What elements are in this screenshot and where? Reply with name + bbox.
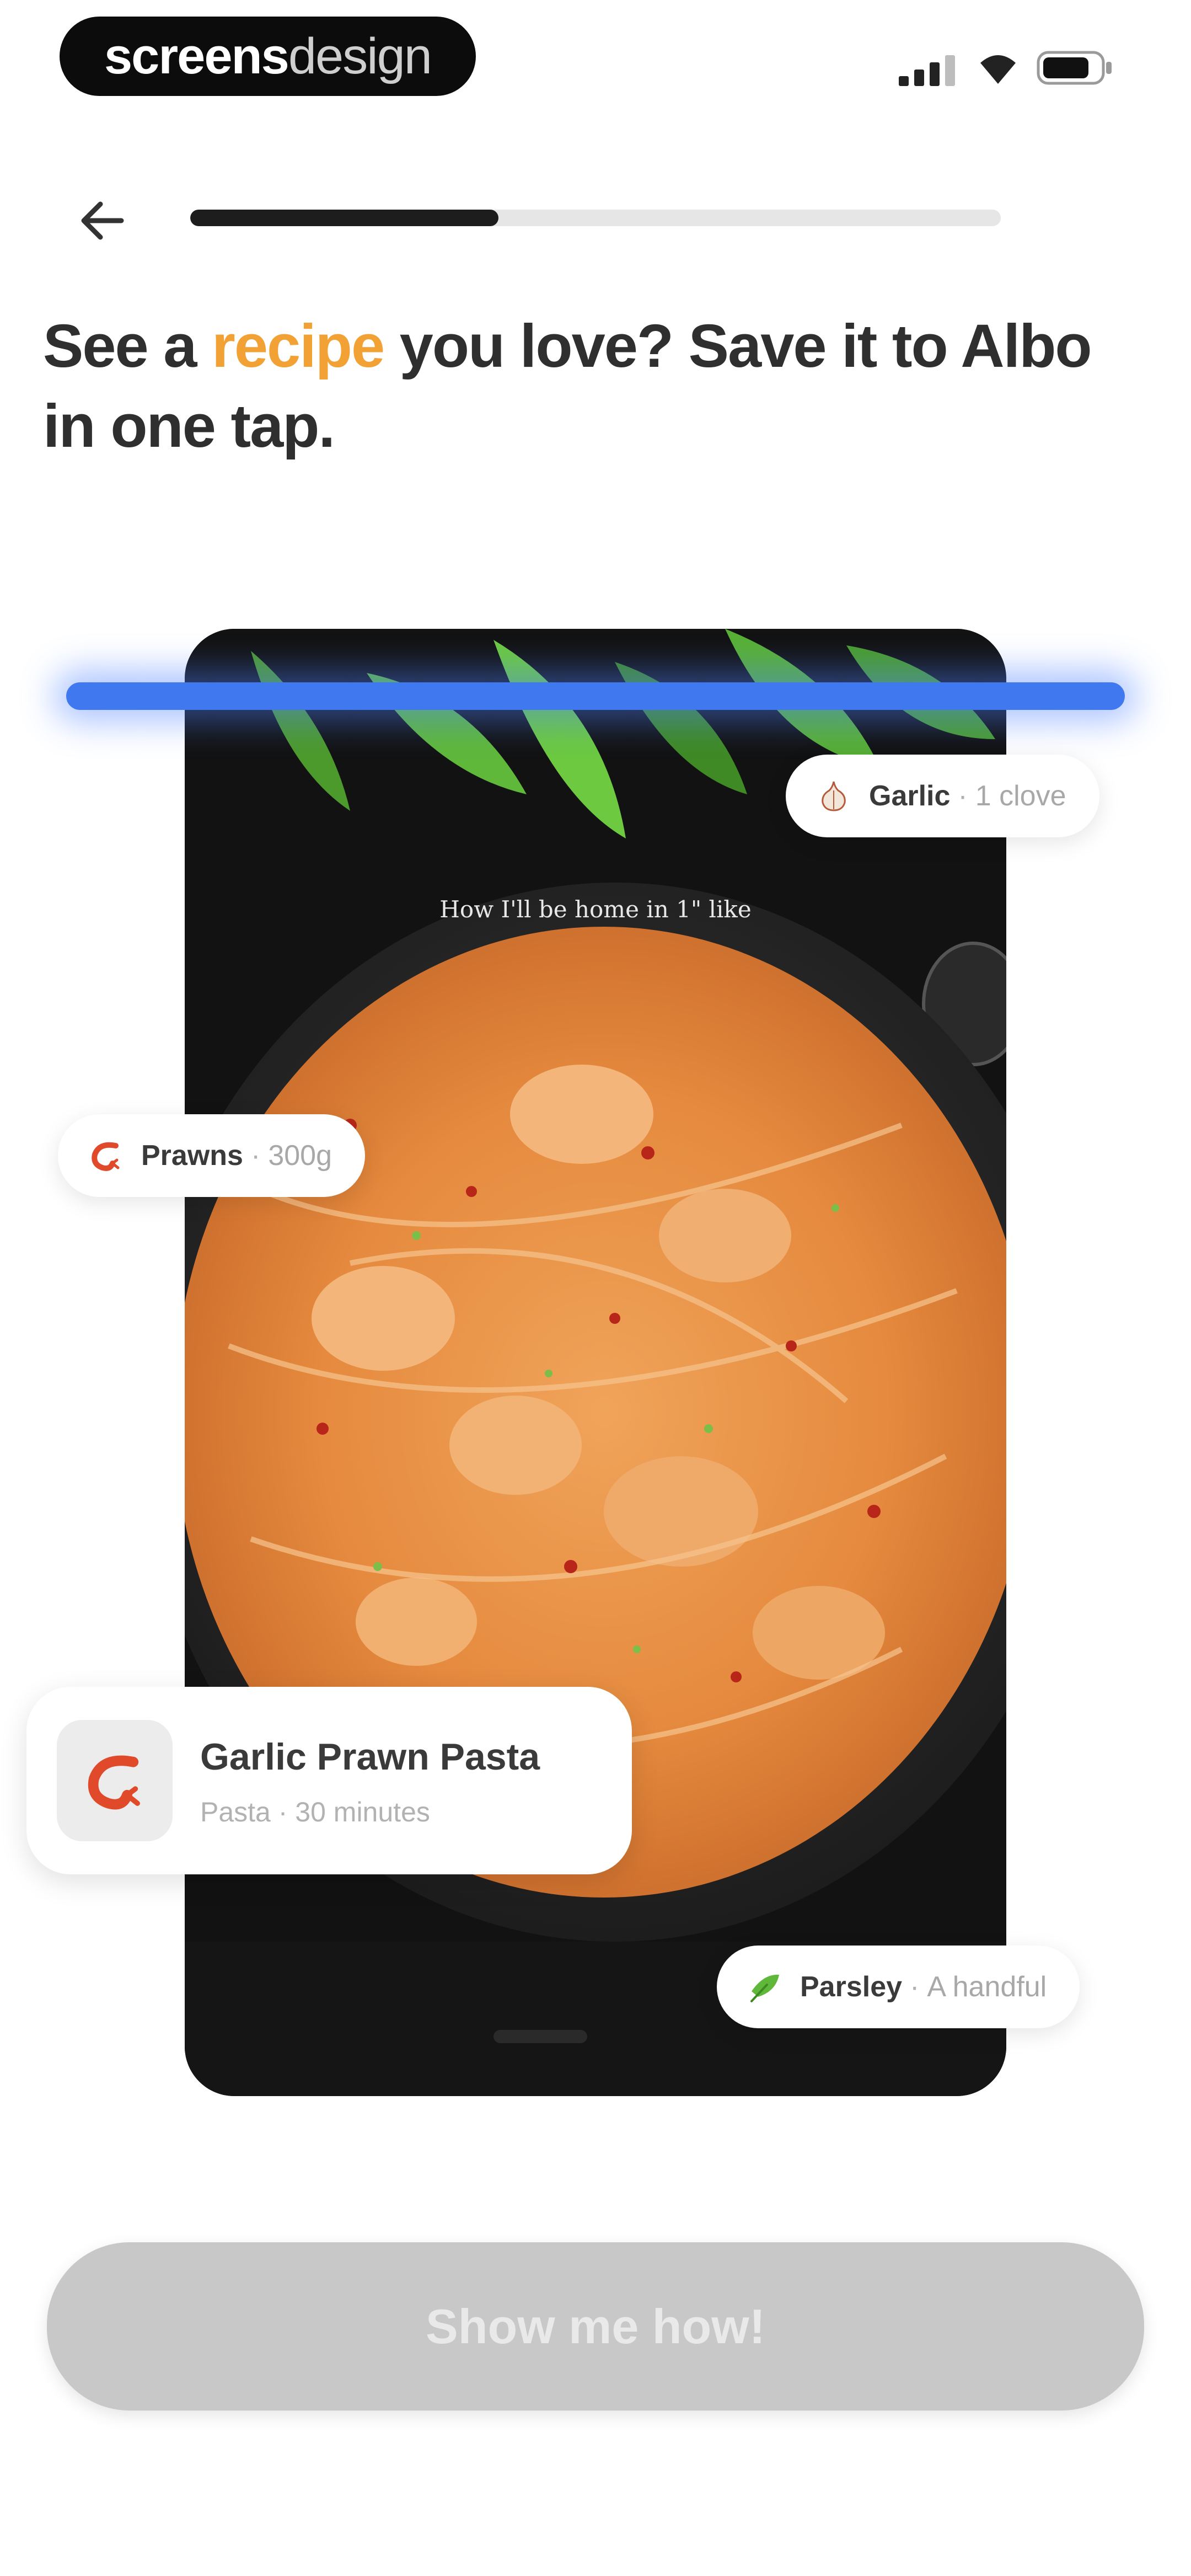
ingredient-chip-prawns: Prawns · 300g [58, 1114, 365, 1197]
ingredient-separator: · [910, 1971, 920, 2003]
ingredient-chip-garlic: Garlic · 1 clove [786, 755, 1099, 837]
brand-logo: screens design [60, 17, 476, 96]
brand-logo-bold: screens [104, 28, 289, 84]
wifi-icon [980, 55, 1016, 84]
recipe-thumbnail [57, 1720, 173, 1841]
headline-accent: recipe [212, 312, 385, 380]
battery-icon [1037, 51, 1112, 85]
ingredient-name: Parsley [800, 1971, 903, 2003]
prawn-icon [92, 1142, 120, 1171]
garlic-icon [822, 781, 846, 811]
show-me-how-button[interactable]: Show me how! [47, 2242, 1144, 2411]
ingredient-quantity: A handful [927, 1971, 1047, 2003]
ingredient-quantity: 300g [268, 1140, 332, 1172]
brand-logo-light: design [288, 28, 432, 84]
recipe-subtitle: Pasta · 30 minutes [200, 1797, 430, 1827]
ingredient-chip-parsley: Parsley · A handful [717, 1946, 1080, 2028]
arrow-left-icon [81, 201, 124, 240]
back-button[interactable] [66, 190, 138, 251]
ingredient-name: Prawns [141, 1140, 243, 1172]
prawn-icon [88, 1755, 140, 1810]
pasta-image [185, 629, 1006, 2096]
recipe-photo [185, 629, 1006, 2096]
recipe-card: Garlic Prawn Pasta Pasta · 30 minutes [26, 1687, 632, 1874]
ingredient-name: Garlic [869, 780, 951, 812]
ingredient-separator: · [958, 780, 968, 812]
parsley-icon [750, 1974, 779, 2002]
ingredient-quantity: 1 clove [975, 780, 1066, 812]
recipe-title: Garlic Prawn Pasta [200, 1736, 540, 1778]
signal-icon [899, 55, 955, 86]
page-title: See a recipe you love? Save it to Albo i… [43, 306, 1151, 466]
onboarding-progress-fill [190, 210, 498, 226]
scan-line [66, 682, 1125, 710]
ingredient-separator: · [250, 1140, 261, 1172]
onboarding-progress-bar [190, 210, 1001, 226]
video-caption: How I'll be home in 1" like [439, 896, 752, 923]
headline-text-before: See a [43, 312, 212, 380]
